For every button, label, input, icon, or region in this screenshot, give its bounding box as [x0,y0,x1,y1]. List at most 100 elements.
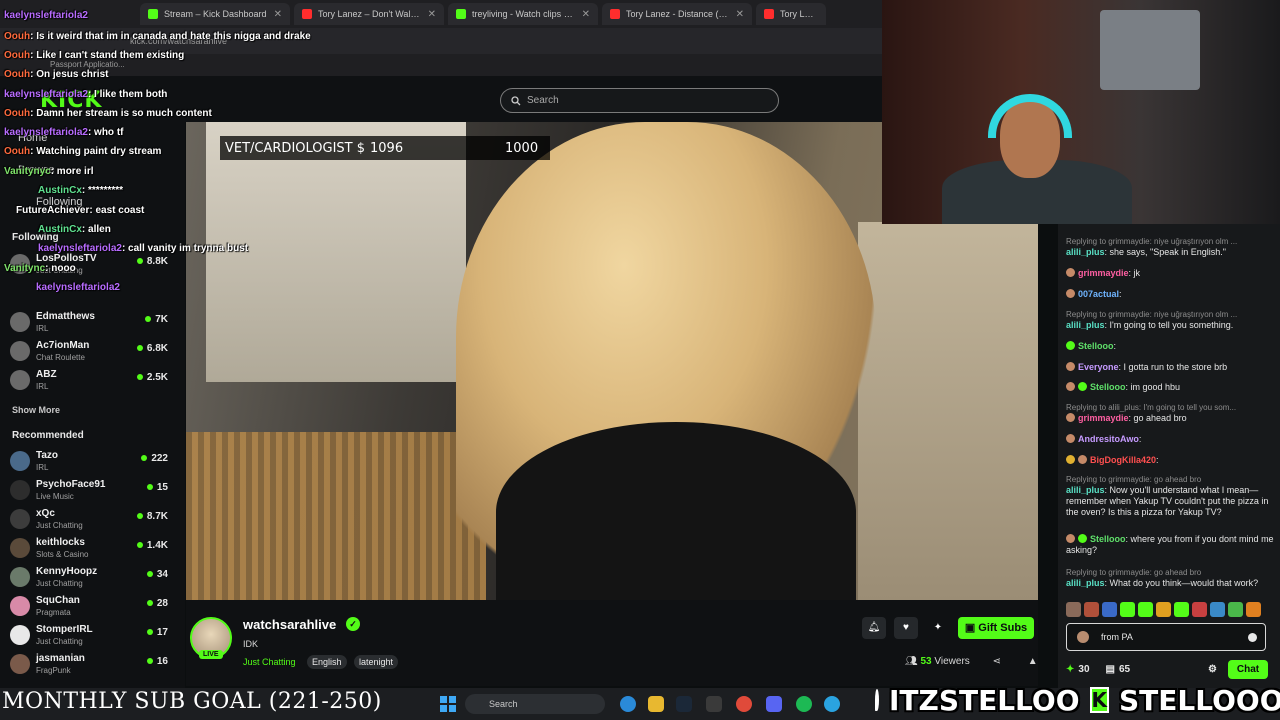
chat-message[interactable]: Replying to alili_plus: I'm going to tel… [1066,402,1276,424]
bookmark-item[interactable]: Passport Applicatio... [50,60,125,69]
sidebar-channel[interactable]: Edmatthews IRL 7K [10,310,180,338]
chat-message[interactable]: Replying to grimmaydie: go ahead bro alil… [1066,474,1276,518]
user-badge-icon [1066,268,1075,277]
channel-category: IRL [36,382,49,391]
chat-message[interactable]: AndresitoAwo: [1066,434,1276,445]
close-icon[interactable]: ✕ [736,9,744,20]
sidebar-channel[interactable]: ABZ IRL 2.5K [10,368,180,396]
show-more-link[interactable]: Show More [12,405,60,415]
browser-tab[interactable]: Tory Lanez – Don't Walk Away... ✕ [294,3,444,25]
user-badge-icon [1078,455,1087,464]
sparkle-icon[interactable]: ✦ [926,617,950,639]
chat-message[interactable]: Everyone: I gotta run to the store brb [1066,362,1276,373]
emote-icon[interactable] [1102,602,1117,617]
nav-following[interactable]: Following [36,196,82,208]
video-ticker: VET/CARDIOLOGIST $ 1096 1000 [220,136,550,160]
emoji-icon[interactable] [1248,633,1257,642]
emote-icon[interactable] [1066,602,1081,617]
browser-tab-bar: Stream – Kick Dashboard ✕ Tory Lanez – Do… [0,0,885,28]
channel-name: Tazo [36,450,59,461]
gear-icon[interactable]: ⚙ [1208,664,1217,675]
emote-icon[interactable] [1210,602,1225,617]
spotify-icon[interactable] [796,696,812,712]
tab-label: Tory Lanez - Distance (Official... [626,9,730,19]
emote-icon[interactable] [1246,602,1261,617]
chat-message[interactable]: Stellooo: [1066,341,1276,352]
taskbar-search[interactable]: Search [465,694,605,714]
kick-logo[interactable]: KICK [40,88,102,113]
streamer-name[interactable]: watchsarahlive [243,617,336,632]
close-icon[interactable]: ✕ [428,9,436,20]
emote-icon[interactable] [1120,602,1135,617]
headphones-icon [988,94,1072,138]
emote-icon[interactable] [1174,602,1189,617]
channel-name: ABZ [36,369,57,380]
sidebar-channel[interactable]: Tazo IRL 222 [10,449,180,477]
emote-icon[interactable] [1228,602,1243,617]
steam-icon[interactable] [676,696,692,712]
points-icon[interactable]: ✦ [1066,664,1074,675]
chat-input[interactable]: from PA [1066,623,1266,651]
chat-message[interactable]: Replying to grimmaydie: go ahead bro alil… [1066,567,1276,589]
viewer-count: 16 [147,656,168,667]
chat-message[interactable]: grimmaydie: jk [1066,268,1276,279]
sidebar-channel[interactable]: KennyHoopz Just Chatting 34 [10,565,180,593]
warning-icon[interactable]: ▲ [1028,656,1038,667]
search-input[interactable]: Search [500,88,779,113]
sidebar-channel[interactable]: Ac7ionMan Chat Roulette 6.8K [10,339,180,367]
video-background-door [206,122,466,382]
nav-home[interactable]: Home [18,132,47,144]
sidebar-channel[interactable]: xQc Just Chatting 8.7K [10,507,180,535]
folder-icon[interactable] [648,696,664,712]
browser-tab[interactable]: Tory Lanez and T [756,3,826,25]
heart-icon[interactable]: ♥ [894,617,918,639]
share-icon[interactable]: ⋖ [993,656,1001,667]
chat-send-button[interactable]: Chat [1228,660,1268,679]
viewer-count: 222 [141,453,168,464]
user-badge-icon [1066,362,1075,371]
sidebar-channel[interactable]: StomperIRL Just Chatting 17 [10,623,180,651]
tab-label: Stream – Kick Dashboard [164,9,267,19]
windows-start-icon[interactable] [440,696,456,712]
sidebar-channel[interactable]: LosPollosTV Just Chatting 8.8K [10,252,180,280]
emote-icon[interactable] [1156,602,1171,617]
channel-category: Just Chatting [36,266,83,275]
address-bar[interactable]: kick.com/watchsarahlive [0,28,885,54]
stream-tag[interactable]: English [307,655,347,669]
emote-icon[interactable] [1084,602,1099,617]
sidebar-channel[interactable]: SquChan Pragmata 28 [10,594,180,622]
chat-message[interactable]: Replying to grimmaydie: niye uğraştırıyo… [1066,236,1276,258]
close-icon[interactable]: ✕ [582,9,590,20]
sidebar-channel[interactable]: jasmanian FragPunk 16 [10,652,180,680]
browser-tab[interactable]: Tory Lanez - Distance (Official... ✕ [602,3,752,25]
ticker-goal: 1000 [505,140,539,156]
stream-category[interactable]: Just Chatting [243,657,296,667]
close-icon[interactable]: ✕ [274,9,282,20]
sidebar-channel[interactable]: keithlocks Slots & Casino 1.4K [10,536,180,564]
bell-icon[interactable]: 🔔︎ [862,617,886,639]
youtube-favicon-icon [302,9,312,19]
emote-icon[interactable] [1138,602,1153,617]
browser-tab[interactable]: Stream – Kick Dashboard ✕ [140,3,290,25]
settings-icon[interactable] [706,696,722,712]
gift-subs-button[interactable]: ▣ Gift Subs [958,617,1034,639]
stream-tag[interactable]: latenight [354,655,399,669]
chrome-icon[interactable] [736,696,752,712]
telegram-icon[interactable] [824,696,840,712]
chat-message[interactable]: BigDogKilla420: [1066,455,1276,466]
sidebar-channel[interactable]: PsychoFace91 Live Music 15 [10,478,180,506]
chat-message[interactable]: 007actual: [1066,289,1276,300]
browser-tab[interactable]: treyliving - Watch clips on Kick ✕ [448,3,598,25]
chat-message[interactable]: Stellooo: im good hbu [1066,382,1276,393]
emote-icon[interactable] [1192,602,1207,617]
chat-message[interactable]: Replying to grimmaydie: niye uğraştırıyo… [1066,309,1276,331]
discord-icon[interactable] [766,696,782,712]
store-icon[interactable]: ▤ [1106,664,1115,675]
nav-browse[interactable]: Browse [18,164,55,176]
avatar [10,312,30,332]
chat-input-value: from PA [1101,632,1133,642]
viewer-count: 2.5K [137,372,168,383]
edge-icon[interactable] [620,696,636,712]
kick-icon: K [1089,687,1110,713]
chat-message[interactable]: Stellooo: where you from if you dont min… [1066,534,1276,556]
